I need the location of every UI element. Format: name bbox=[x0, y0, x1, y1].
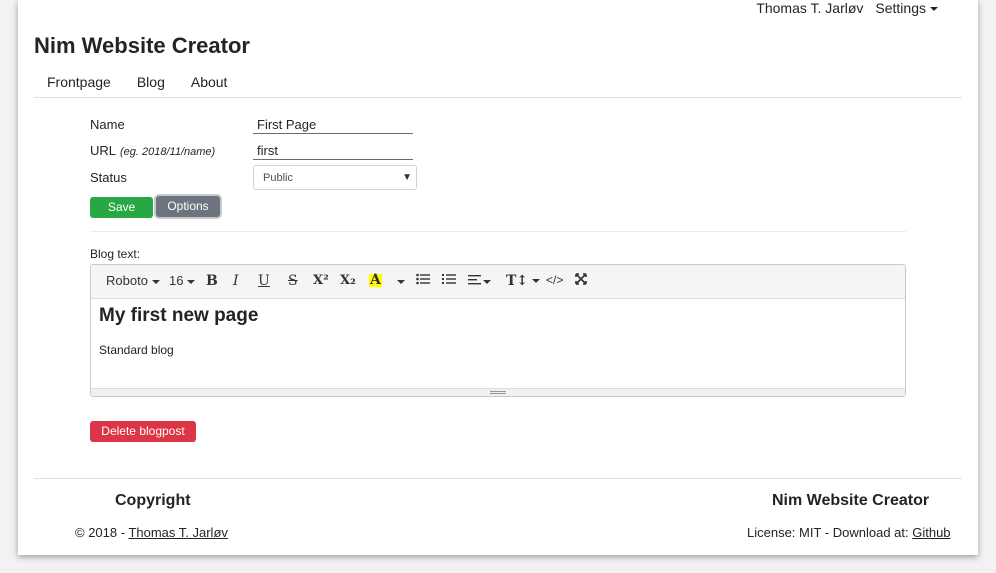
options-button[interactable]: Options bbox=[156, 196, 220, 217]
rich-text-editor: Roboto 16 B I U S X² X₂ A T↕ </> My firs… bbox=[90, 264, 906, 397]
copyright-prefix: © 2018 - bbox=[75, 525, 129, 540]
align-dropdown[interactable] bbox=[468, 273, 491, 288]
settings-dropdown[interactable]: Settings bbox=[875, 0, 938, 16]
status-select[interactable]: Public ▼ bbox=[253, 165, 417, 190]
divider bbox=[90, 231, 906, 232]
text-color-button[interactable]: A bbox=[369, 273, 382, 287]
text-color-dropdown[interactable] bbox=[393, 273, 405, 288]
url-label: URL (eg. 2018/11/name) bbox=[90, 143, 215, 158]
footer-site-heading: Nim Website Creator bbox=[772, 492, 930, 509]
editor-toolbar: Roboto 16 B I U S X² X₂ A T↕ </> bbox=[91, 265, 905, 299]
main-nav: Frontpage Blog About bbox=[34, 70, 962, 98]
chevron-down-icon bbox=[397, 279, 405, 284]
resize-grip-icon bbox=[490, 391, 506, 394]
underline-button[interactable]: U bbox=[258, 273, 270, 289]
align-left-icon bbox=[468, 275, 481, 285]
settings-label: Settings bbox=[875, 0, 926, 16]
status-selected-value: Public bbox=[263, 172, 293, 184]
chevron-down-icon bbox=[930, 7, 938, 12]
url-hint: (eg. 2018/11/name) bbox=[120, 146, 216, 158]
github-link[interactable]: Github bbox=[912, 525, 950, 540]
select-arrow-icon: ▼ bbox=[402, 172, 412, 183]
nav-frontpage[interactable]: Frontpage bbox=[34, 70, 124, 90]
font-size-dropdown[interactable]: 16 bbox=[169, 273, 196, 288]
chevron-down-icon bbox=[187, 279, 196, 284]
nav-blog[interactable]: Blog bbox=[124, 70, 178, 90]
url-input[interactable] bbox=[253, 141, 413, 160]
author-link[interactable]: Thomas T. Jarløv bbox=[128, 525, 227, 540]
nav-about[interactable]: About bbox=[178, 70, 241, 90]
ordered-list-icon[interactable] bbox=[442, 273, 456, 288]
code-view-button[interactable]: </> bbox=[546, 273, 563, 287]
superscript-button[interactable]: X² bbox=[313, 273, 329, 288]
footer-license-text: License: MIT - Download at: Github bbox=[747, 525, 951, 540]
url-label-text: URL bbox=[90, 143, 117, 158]
content-heading: My first new page bbox=[99, 305, 259, 326]
delete-blogpost-button[interactable]: Delete blogpost bbox=[90, 421, 196, 442]
fullscreen-icon[interactable] bbox=[575, 273, 587, 288]
text-height-icon: T↕ bbox=[506, 273, 529, 289]
footer-copyright-heading: Copyright bbox=[115, 492, 191, 509]
editor-resize-bar[interactable] bbox=[91, 388, 905, 396]
subscript-button[interactable]: X₂ bbox=[340, 273, 356, 288]
name-label: Name bbox=[90, 117, 125, 132]
page: Thomas T. Jarløv Settings Nim Website Cr… bbox=[18, 0, 978, 555]
license-prefix: License: MIT - Download at: bbox=[747, 525, 913, 540]
strikethrough-button[interactable]: S bbox=[288, 273, 298, 289]
chevron-down-icon bbox=[151, 279, 160, 284]
content-paragraph: Standard blog bbox=[99, 343, 174, 357]
footer-divider bbox=[34, 478, 962, 479]
name-input[interactable] bbox=[253, 115, 413, 134]
site-title: Nim Website Creator bbox=[34, 33, 250, 58]
chevron-down-icon bbox=[483, 279, 491, 284]
footer-copyright-text: © 2018 - Thomas T. Jarløv bbox=[75, 525, 228, 540]
blog-text-label: Blog text: bbox=[90, 247, 141, 261]
top-bar: Thomas T. Jarløv Settings bbox=[756, 0, 938, 16]
chevron-down-icon bbox=[532, 279, 541, 283]
line-height-dropdown[interactable]: T↕ bbox=[506, 273, 541, 289]
unordered-list-icon[interactable] bbox=[416, 273, 430, 288]
font-size-value: 16 bbox=[169, 273, 184, 288]
font-family-dropdown[interactable]: Roboto bbox=[106, 273, 160, 288]
save-button[interactable]: Save bbox=[90, 197, 153, 218]
bold-button[interactable]: B bbox=[206, 273, 218, 289]
user-link[interactable]: Thomas T. Jarløv bbox=[756, 0, 863, 16]
italic-button[interactable]: I bbox=[233, 273, 239, 289]
font-family-value: Roboto bbox=[106, 273, 148, 288]
status-label: Status bbox=[90, 170, 127, 185]
editor-content[interactable]: My first new page Standard blog bbox=[91, 299, 905, 363]
